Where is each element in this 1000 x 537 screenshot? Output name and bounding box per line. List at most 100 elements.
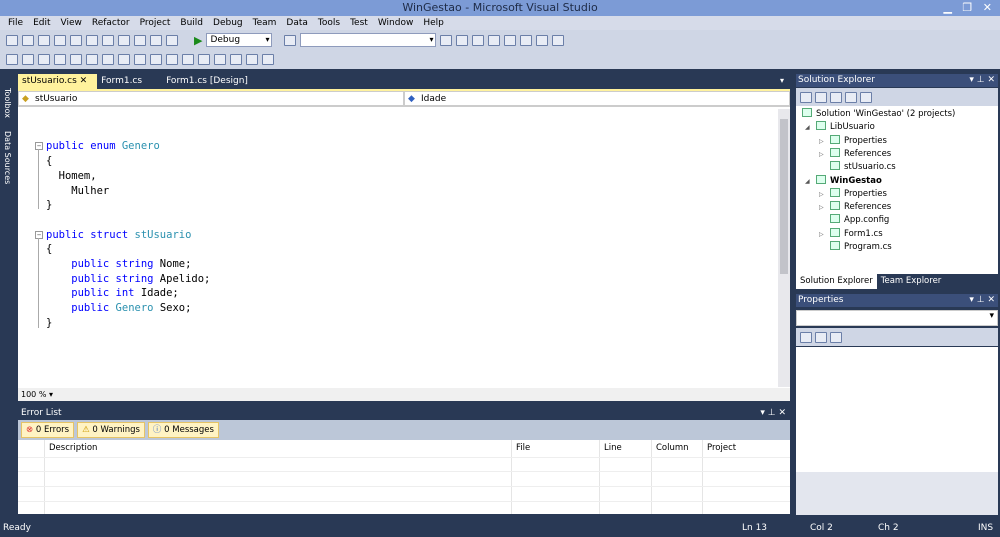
menu-window[interactable]: Window <box>373 16 419 30</box>
redo-icon[interactable] <box>150 34 162 46</box>
tree-item[interactable]: ▷ References <box>819 147 891 161</box>
tool-icon[interactable] <box>504 34 517 46</box>
data-sources-tab[interactable]: Data Sources <box>3 131 12 184</box>
tool-icon[interactable] <box>6 54 18 65</box>
tab-overflow-icon[interactable]: ▾ <box>780 76 784 85</box>
alphabetical-icon[interactable] <box>815 331 827 343</box>
tab-stusuario[interactable]: stUsuario.cs ✕ <box>18 74 98 89</box>
undo-icon[interactable] <box>134 34 146 46</box>
panel-controls[interactable]: ▾ ⊥ ✕ <box>969 74 995 87</box>
tree-item[interactable]: ▷ Form1.cs <box>819 227 883 241</box>
expand-icon[interactable]: ◢ <box>805 175 810 188</box>
tree-item[interactable]: stUsuario.cs <box>830 161 896 174</box>
expand-icon[interactable]: ◢ <box>805 121 810 134</box>
tree-item[interactable]: ◢ LibUsuario <box>805 121 875 134</box>
view-code-icon[interactable] <box>845 91 857 103</box>
expand-icon[interactable]: ▷ <box>819 135 824 148</box>
menu-team[interactable]: Team <box>248 16 282 30</box>
tool-icon[interactable] <box>22 54 34 65</box>
tree-item[interactable]: ▷ Properties <box>819 134 887 148</box>
tab-solution-explorer[interactable]: Solution Explorer <box>796 274 877 289</box>
tool-icon[interactable] <box>456 34 469 46</box>
menu-debug[interactable]: Debug <box>208 16 248 30</box>
bookmark-icon[interactable] <box>262 54 274 65</box>
start-icon[interactable]: ▶ <box>194 34 202 47</box>
menu-project[interactable]: Project <box>135 16 176 30</box>
bookmark-icon[interactable] <box>198 54 210 65</box>
bookmark-icon[interactable] <box>246 54 258 65</box>
save-all-icon[interactable] <box>70 34 82 46</box>
indent-icon[interactable] <box>102 54 114 65</box>
configuration-select[interactable]: Debug <box>206 33 273 47</box>
expand-icon[interactable]: ▷ <box>819 228 824 241</box>
member-dropdown[interactable]: ◆ Idade <box>404 91 790 106</box>
properties-icon[interactable] <box>815 91 827 103</box>
bookmark-icon[interactable] <box>150 54 162 65</box>
refresh-icon[interactable] <box>830 91 842 103</box>
bookmark-icon[interactable] <box>230 54 242 65</box>
menu-view[interactable]: View <box>56 16 87 30</box>
navigate-icon[interactable] <box>166 34 178 46</box>
warnings-filter-button[interactable]: ⚠ 0 Warnings <box>77 422 145 438</box>
home-icon[interactable] <box>800 91 812 103</box>
bookmark-icon[interactable] <box>214 54 226 65</box>
code-area[interactable]: public enum Genero −{ Homem, Mulher} publi… <box>18 110 778 388</box>
categorized-icon[interactable] <box>800 331 812 343</box>
platform-select[interactable] <box>300 33 437 47</box>
find-icon[interactable] <box>284 34 297 46</box>
paste-icon[interactable] <box>118 34 130 46</box>
bookmark-icon[interactable] <box>182 54 194 65</box>
collapse-icon[interactable]: − <box>35 142 43 151</box>
tree-item[interactable]: Program.cs <box>830 241 892 254</box>
column-column[interactable]: Column <box>651 440 702 514</box>
menu-data[interactable]: Data <box>281 16 313 30</box>
menu-tools[interactable]: Tools <box>313 16 345 30</box>
tab-form1-design[interactable]: Form1.cs [Design] <box>162 74 258 89</box>
properties-object-select[interactable]: ▾ <box>796 310 998 326</box>
menu-help[interactable]: Help <box>418 16 449 30</box>
tool-icon[interactable] <box>54 54 66 65</box>
tool-icon[interactable] <box>552 34 565 46</box>
tool-icon[interactable] <box>488 34 501 46</box>
type-dropdown[interactable]: ◆ stUsuario <box>18 91 404 106</box>
panel-controls[interactable]: ▾ ⊥ ✕ <box>969 294 995 307</box>
expand-icon[interactable]: ▷ <box>819 148 824 161</box>
tree-item[interactable]: App.config <box>830 214 889 227</box>
uncomment-icon[interactable] <box>134 54 146 65</box>
messages-filter-button[interactable]: ⓘ 0 Messages <box>147 422 219 438</box>
vertical-scrollbar[interactable] <box>778 109 790 387</box>
add-item-icon[interactable] <box>22 34 34 46</box>
menu-file[interactable]: File <box>3 16 28 30</box>
menu-test[interactable]: Test <box>345 16 373 30</box>
tool-icon[interactable] <box>472 34 485 46</box>
tool-icon[interactable] <box>520 34 533 46</box>
copy-icon[interactable] <box>102 34 114 46</box>
toolbox-tab[interactable]: Toolbox <box>3 88 12 118</box>
bookmark-icon[interactable] <box>166 54 178 65</box>
window-controls[interactable]: ▁ ❐ ✕ <box>943 0 992 16</box>
tool-icon[interactable] <box>536 34 549 46</box>
tree-item[interactable]: ▷ References <box>819 201 891 214</box>
tab-team-explorer[interactable]: Team Explorer <box>877 274 946 289</box>
tree-item[interactable]: ▷ Properties <box>819 187 887 201</box>
menu-refactor[interactable]: Refactor <box>87 16 135 30</box>
panel-controls[interactable]: ▾ ⊥ ✕ <box>760 406 786 420</box>
new-project-icon[interactable] <box>6 34 18 46</box>
open-icon[interactable] <box>38 34 50 46</box>
zoom-level[interactable]: 100 % <box>21 390 46 399</box>
column-file[interactable]: File <box>511 440 599 514</box>
menu-build[interactable]: Build <box>175 16 208 30</box>
column-project[interactable]: Project <box>702 440 790 514</box>
column-line[interactable]: Line <box>599 440 651 514</box>
tool-icon[interactable] <box>440 34 453 46</box>
save-icon[interactable] <box>54 34 66 46</box>
collapse-icon[interactable]: − <box>35 230 43 239</box>
expand-icon[interactable]: ▷ <box>819 188 824 201</box>
outdent-icon[interactable] <box>86 54 98 65</box>
scroll-thumb[interactable] <box>780 119 788 274</box>
class-diagram-icon[interactable] <box>860 91 872 103</box>
expand-icon[interactable]: ▷ <box>819 201 824 214</box>
cut-icon[interactable] <box>86 34 98 46</box>
tree-item[interactable]: Solution 'WinGestao' (2 projects) <box>802 108 955 121</box>
column-description[interactable]: Description <box>44 440 511 514</box>
